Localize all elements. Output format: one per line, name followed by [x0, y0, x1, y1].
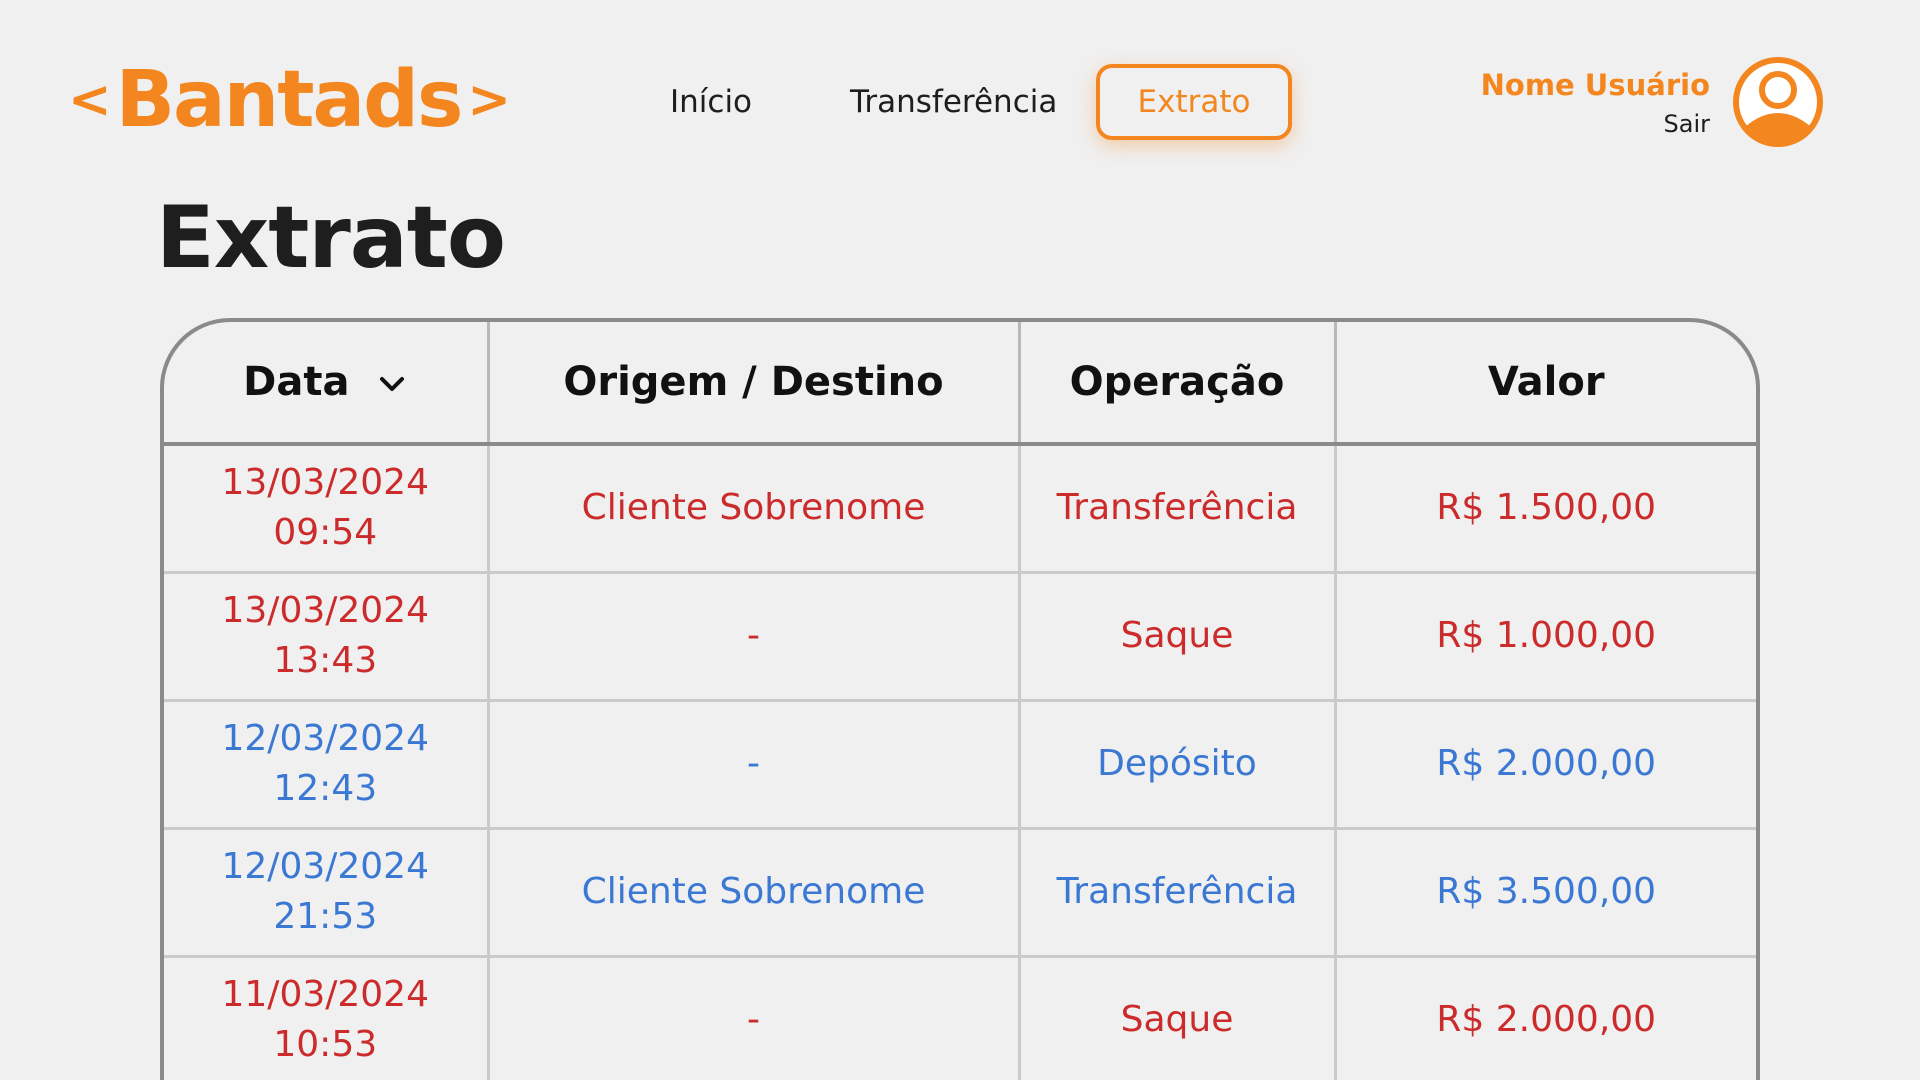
- cell-amount: R$ 1.500,00: [1335, 444, 1756, 574]
- cell-operation: Depósito: [1019, 700, 1337, 830]
- logo-right-bracket: >: [467, 70, 511, 130]
- table-row[interactable]: 13/03/2024 09:54 Cliente Sobrenome Trans…: [164, 444, 1756, 574]
- cell-operation: Transferência: [1019, 828, 1337, 958]
- cell-date-time: 12:43: [273, 768, 378, 809]
- table-header-row: Data Origem / Destino Operação Valor: [164, 322, 1756, 446]
- table-row[interactable]: 12/03/2024 12:43 - Depósito R$ 2.000,00: [164, 700, 1756, 830]
- column-header-amount: Valor: [1335, 322, 1756, 446]
- column-header-date[interactable]: Data: [164, 322, 490, 446]
- cell-party: Cliente Sobrenome: [488, 444, 1021, 574]
- cell-operation: Transferência: [1019, 444, 1337, 574]
- page: < Bantads > Início Transferência Extrato…: [0, 0, 1920, 1080]
- cell-date: 13/03/2024 13:43: [164, 572, 490, 702]
- cell-date-day: 13/03/2024: [221, 590, 430, 631]
- cell-party: -: [488, 572, 1021, 702]
- cell-date: 12/03/2024 21:53: [164, 828, 490, 958]
- nav-extrato[interactable]: Extrato: [1096, 64, 1292, 140]
- user-avatar-icon[interactable]: [1732, 56, 1824, 148]
- cell-date-day: 12/03/2024: [221, 718, 430, 759]
- cell-operation: Saque: [1019, 956, 1337, 1080]
- nav-inicio[interactable]: Início: [670, 64, 760, 140]
- column-header-operation: Operação: [1019, 322, 1337, 446]
- cell-party: Cliente Sobrenome: [488, 828, 1021, 958]
- cell-amount: R$ 2.000,00: [1335, 956, 1756, 1080]
- cell-date-time: 10:53: [273, 1024, 378, 1065]
- logo[interactable]: < Bantads >: [62, 50, 515, 150]
- logo-left-bracket: <: [68, 70, 112, 130]
- table-row[interactable]: 13/03/2024 13:43 - Saque R$ 1.000,00: [164, 572, 1756, 702]
- cell-date-day: 12/03/2024: [221, 846, 430, 887]
- cell-operation: Saque: [1019, 572, 1337, 702]
- statement-table: Data Origem / Destino Operação Valor 13/…: [160, 318, 1760, 1080]
- table-row[interactable]: 11/03/2024 10:53 - Saque R$ 2.000,00: [164, 956, 1756, 1080]
- cell-amount: R$ 1.000,00: [1335, 572, 1756, 702]
- table-row[interactable]: 12/03/2024 21:53 Cliente Sobrenome Trans…: [164, 828, 1756, 958]
- column-header-party: Origem / Destino: [488, 322, 1021, 446]
- cell-amount: R$ 2.000,00: [1335, 700, 1756, 830]
- cell-party: -: [488, 700, 1021, 830]
- cell-date: 13/03/2024 09:54: [164, 444, 490, 574]
- cell-amount: R$ 3.500,00: [1335, 828, 1756, 958]
- cell-date-day: 13/03/2024: [221, 462, 430, 504]
- cell-date: 12/03/2024 12:43: [164, 700, 490, 830]
- cell-date: 11/03/2024 10:53: [164, 956, 490, 1080]
- logo-text: Bantads: [115, 55, 464, 145]
- nav-transferencia[interactable]: Transferência: [850, 64, 1060, 140]
- cell-date-time: 21:53: [273, 896, 378, 937]
- cell-party: -: [488, 956, 1021, 1080]
- user-name: Nome Usuário: [1480, 68, 1710, 102]
- chevron-down-icon[interactable]: [377, 369, 407, 399]
- cell-date-day: 11/03/2024: [221, 974, 430, 1015]
- logout-link[interactable]: Sair: [1664, 110, 1710, 138]
- column-header-date-label: Data: [243, 359, 350, 405]
- page-title: Extrato: [156, 188, 506, 288]
- cell-date-time: 09:54: [273, 512, 378, 554]
- cell-date-time: 13:43: [273, 640, 378, 681]
